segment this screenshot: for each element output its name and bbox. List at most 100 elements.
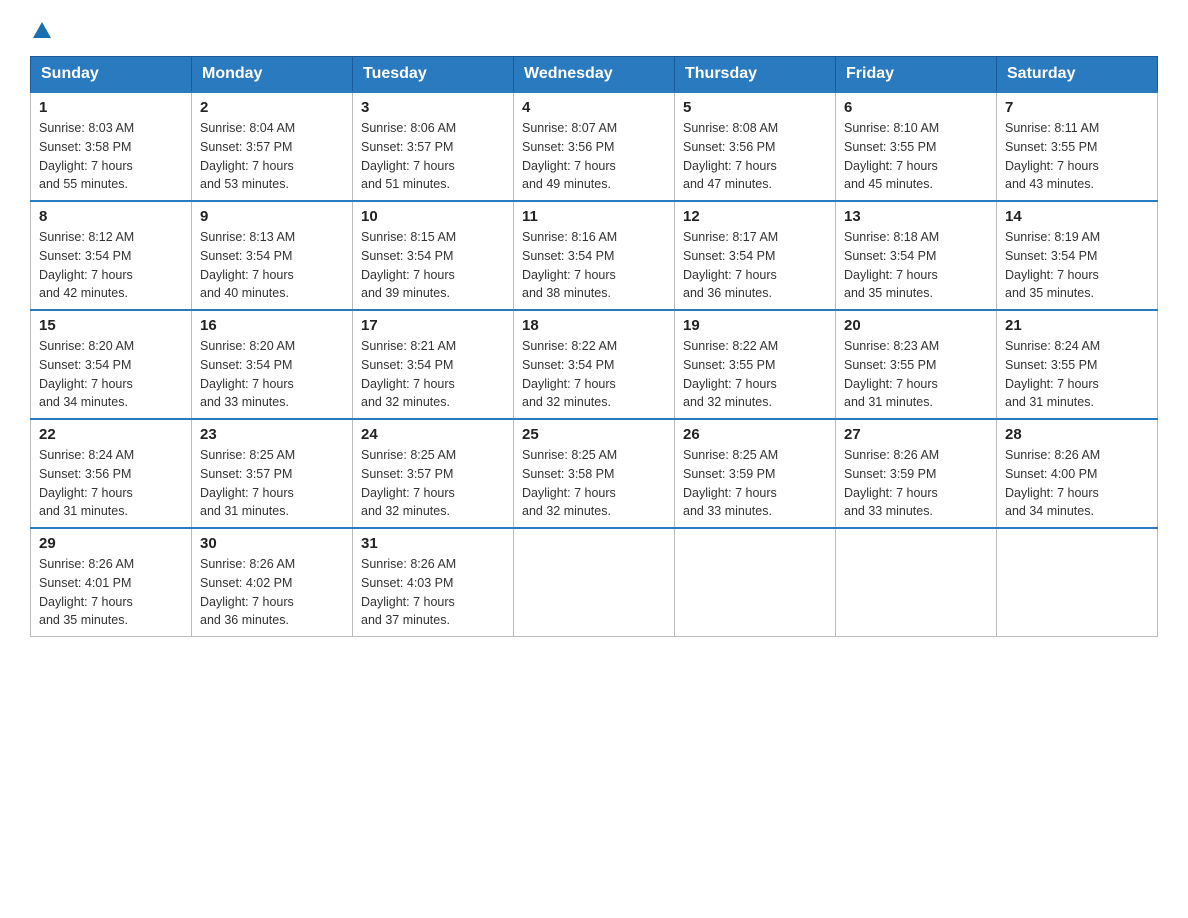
table-row: 24 Sunrise: 8:25 AMSunset: 3:57 PMDaylig… [353,419,514,528]
calendar-week-2: 8 Sunrise: 8:12 AMSunset: 3:54 PMDayligh… [31,201,1158,310]
day-info: Sunrise: 8:25 AMSunset: 3:58 PMDaylight:… [522,446,666,521]
table-row: 21 Sunrise: 8:24 AMSunset: 3:55 PMDaylig… [997,310,1158,419]
table-row: 2 Sunrise: 8:04 AMSunset: 3:57 PMDayligh… [192,92,353,201]
table-row: 11 Sunrise: 8:16 AMSunset: 3:54 PMDaylig… [514,201,675,310]
day-info: Sunrise: 8:20 AMSunset: 3:54 PMDaylight:… [200,337,344,412]
logo [30,20,54,38]
table-row: 4 Sunrise: 8:07 AMSunset: 3:56 PMDayligh… [514,92,675,201]
calendar-week-3: 15 Sunrise: 8:20 AMSunset: 3:54 PMDaylig… [31,310,1158,419]
day-number: 22 [39,426,183,443]
day-info: Sunrise: 8:04 AMSunset: 3:57 PMDaylight:… [200,119,344,194]
day-number: 29 [39,535,183,552]
day-info: Sunrise: 8:23 AMSunset: 3:55 PMDaylight:… [844,337,988,412]
table-row: 23 Sunrise: 8:25 AMSunset: 3:57 PMDaylig… [192,419,353,528]
day-info: Sunrise: 8:25 AMSunset: 3:57 PMDaylight:… [361,446,505,521]
day-info: Sunrise: 8:06 AMSunset: 3:57 PMDaylight:… [361,119,505,194]
day-number: 9 [200,208,344,225]
table-row: 27 Sunrise: 8:26 AMSunset: 3:59 PMDaylig… [836,419,997,528]
table-row: 28 Sunrise: 8:26 AMSunset: 4:00 PMDaylig… [997,419,1158,528]
day-info: Sunrise: 8:22 AMSunset: 3:54 PMDaylight:… [522,337,666,412]
day-info: Sunrise: 8:10 AMSunset: 3:55 PMDaylight:… [844,119,988,194]
table-row [836,528,997,637]
day-info: Sunrise: 8:15 AMSunset: 3:54 PMDaylight:… [361,228,505,303]
table-row [675,528,836,637]
day-number: 5 [683,99,827,116]
day-info: Sunrise: 8:26 AMSunset: 4:02 PMDaylight:… [200,555,344,630]
calendar-week-4: 22 Sunrise: 8:24 AMSunset: 3:56 PMDaylig… [31,419,1158,528]
day-info: Sunrise: 8:07 AMSunset: 3:56 PMDaylight:… [522,119,666,194]
day-info: Sunrise: 8:20 AMSunset: 3:54 PMDaylight:… [39,337,183,412]
day-number: 27 [844,426,988,443]
day-number: 30 [200,535,344,552]
table-row: 5 Sunrise: 8:08 AMSunset: 3:56 PMDayligh… [675,92,836,201]
day-number: 21 [1005,317,1149,334]
day-info: Sunrise: 8:03 AMSunset: 3:58 PMDaylight:… [39,119,183,194]
day-number: 17 [361,317,505,334]
table-row: 20 Sunrise: 8:23 AMSunset: 3:55 PMDaylig… [836,310,997,419]
table-row: 15 Sunrise: 8:20 AMSunset: 3:54 PMDaylig… [31,310,192,419]
day-info: Sunrise: 8:16 AMSunset: 3:54 PMDaylight:… [522,228,666,303]
day-number: 4 [522,99,666,116]
day-number: 8 [39,208,183,225]
day-number: 2 [200,99,344,116]
day-info: Sunrise: 8:19 AMSunset: 3:54 PMDaylight:… [1005,228,1149,303]
day-number: 28 [1005,426,1149,443]
calendar-header-row: Sunday Monday Tuesday Wednesday Thursday… [31,57,1158,93]
day-number: 10 [361,208,505,225]
table-row: 9 Sunrise: 8:13 AMSunset: 3:54 PMDayligh… [192,201,353,310]
day-number: 16 [200,317,344,334]
day-info: Sunrise: 8:26 AMSunset: 4:03 PMDaylight:… [361,555,505,630]
table-row: 10 Sunrise: 8:15 AMSunset: 3:54 PMDaylig… [353,201,514,310]
day-number: 23 [200,426,344,443]
col-tuesday: Tuesday [353,57,514,93]
col-saturday: Saturday [997,57,1158,93]
calendar-week-5: 29 Sunrise: 8:26 AMSunset: 4:01 PMDaylig… [31,528,1158,637]
logo-triangle-icon [31,20,53,42]
table-row: 25 Sunrise: 8:25 AMSunset: 3:58 PMDaylig… [514,419,675,528]
day-number: 11 [522,208,666,225]
table-row: 13 Sunrise: 8:18 AMSunset: 3:54 PMDaylig… [836,201,997,310]
table-row: 29 Sunrise: 8:26 AMSunset: 4:01 PMDaylig… [31,528,192,637]
day-info: Sunrise: 8:24 AMSunset: 3:56 PMDaylight:… [39,446,183,521]
table-row [514,528,675,637]
day-number: 15 [39,317,183,334]
day-number: 3 [361,99,505,116]
page-header [30,20,1158,38]
day-info: Sunrise: 8:17 AMSunset: 3:54 PMDaylight:… [683,228,827,303]
table-row: 26 Sunrise: 8:25 AMSunset: 3:59 PMDaylig… [675,419,836,528]
table-row: 8 Sunrise: 8:12 AMSunset: 3:54 PMDayligh… [31,201,192,310]
day-number: 31 [361,535,505,552]
table-row: 16 Sunrise: 8:20 AMSunset: 3:54 PMDaylig… [192,310,353,419]
day-number: 26 [683,426,827,443]
table-row: 14 Sunrise: 8:19 AMSunset: 3:54 PMDaylig… [997,201,1158,310]
table-row: 30 Sunrise: 8:26 AMSunset: 4:02 PMDaylig… [192,528,353,637]
col-wednesday: Wednesday [514,57,675,93]
table-row: 1 Sunrise: 8:03 AMSunset: 3:58 PMDayligh… [31,92,192,201]
day-info: Sunrise: 8:26 AMSunset: 4:01 PMDaylight:… [39,555,183,630]
table-row: 17 Sunrise: 8:21 AMSunset: 3:54 PMDaylig… [353,310,514,419]
day-number: 13 [844,208,988,225]
col-sunday: Sunday [31,57,192,93]
day-info: Sunrise: 8:18 AMSunset: 3:54 PMDaylight:… [844,228,988,303]
table-row: 6 Sunrise: 8:10 AMSunset: 3:55 PMDayligh… [836,92,997,201]
calendar-week-1: 1 Sunrise: 8:03 AMSunset: 3:58 PMDayligh… [31,92,1158,201]
day-info: Sunrise: 8:21 AMSunset: 3:54 PMDaylight:… [361,337,505,412]
table-row: 31 Sunrise: 8:26 AMSunset: 4:03 PMDaylig… [353,528,514,637]
day-number: 24 [361,426,505,443]
day-number: 6 [844,99,988,116]
day-number: 12 [683,208,827,225]
day-number: 1 [39,99,183,116]
table-row: 7 Sunrise: 8:11 AMSunset: 3:55 PMDayligh… [997,92,1158,201]
day-info: Sunrise: 8:26 AMSunset: 3:59 PMDaylight:… [844,446,988,521]
calendar-table: Sunday Monday Tuesday Wednesday Thursday… [30,56,1158,637]
day-info: Sunrise: 8:22 AMSunset: 3:55 PMDaylight:… [683,337,827,412]
table-row: 3 Sunrise: 8:06 AMSunset: 3:57 PMDayligh… [353,92,514,201]
day-info: Sunrise: 8:25 AMSunset: 3:57 PMDaylight:… [200,446,344,521]
day-number: 14 [1005,208,1149,225]
day-info: Sunrise: 8:13 AMSunset: 3:54 PMDaylight:… [200,228,344,303]
table-row: 12 Sunrise: 8:17 AMSunset: 3:54 PMDaylig… [675,201,836,310]
day-info: Sunrise: 8:26 AMSunset: 4:00 PMDaylight:… [1005,446,1149,521]
col-friday: Friday [836,57,997,93]
table-row: 19 Sunrise: 8:22 AMSunset: 3:55 PMDaylig… [675,310,836,419]
day-number: 18 [522,317,666,334]
